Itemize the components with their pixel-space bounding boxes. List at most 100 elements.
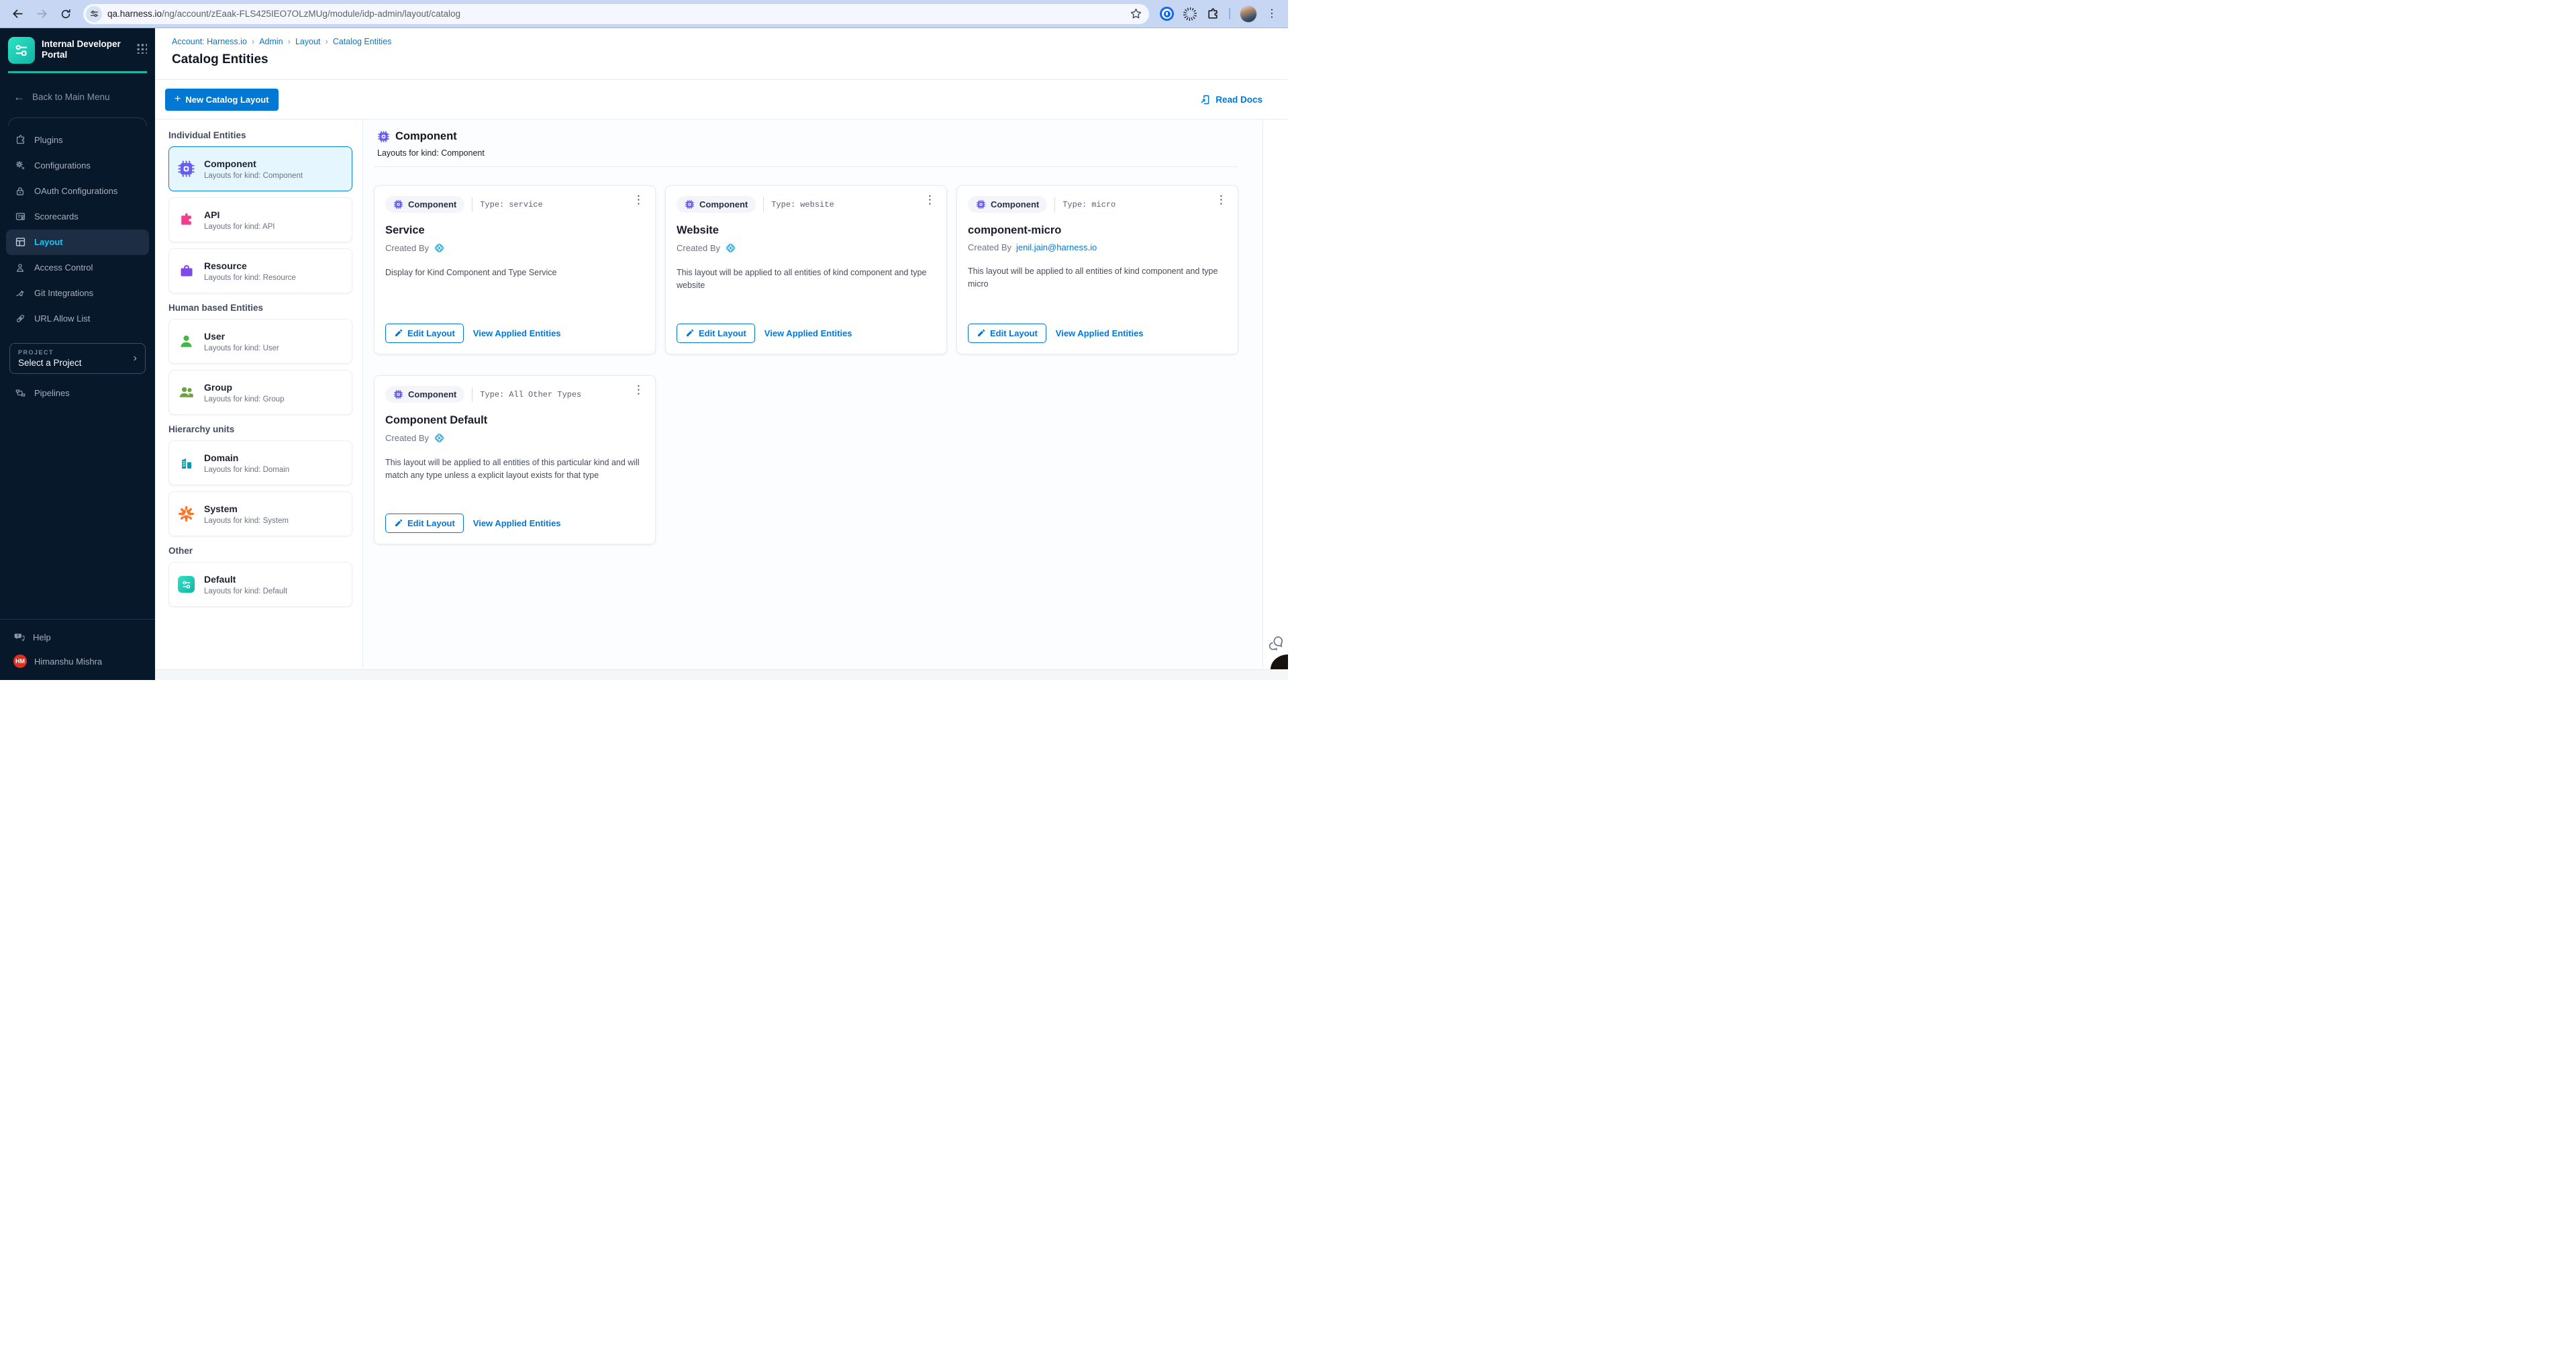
view-applied-entities-link[interactable]: View Applied Entities — [764, 328, 852, 338]
sidebar-item-label: Git Integrations — [34, 288, 93, 298]
bookmark-star-icon[interactable] — [1130, 7, 1142, 20]
sidebar-item-pipelines[interactable]: Pipelines — [0, 381, 155, 406]
entity-card-resource[interactable]: ResourceLayouts for kind: Resource — [168, 248, 352, 293]
project-selector[interactable]: PROJECT Select a Project › — [9, 343, 146, 374]
view-applied-entities-link[interactable]: View Applied Entities — [1056, 328, 1144, 338]
new-catalog-layout-button[interactable]: + New Catalog Layout — [165, 89, 279, 111]
entity-title: Domain — [204, 452, 289, 463]
toolbar-divider — [1229, 8, 1230, 19]
sidebar-nav: Plugins Configurations OAuth Configurati… — [0, 128, 155, 332]
type-value: micro — [1091, 200, 1116, 209]
sidebar-item-access-control[interactable]: Access Control — [0, 255, 155, 281]
layout-card-component-default: ⋮ Component Type:All Other Types Compone… — [374, 375, 656, 544]
user-name: Himanshu Mishra — [34, 657, 102, 667]
sidebar-item-git-integrations[interactable]: Git Integrations — [0, 281, 155, 306]
entity-subtitle: Layouts for kind: Component — [204, 172, 303, 180]
browser-profile-avatar[interactable] — [1240, 5, 1257, 23]
chip-icon — [393, 389, 403, 399]
entity-card-api[interactable]: APILayouts for kind: API — [168, 197, 352, 242]
entity-card-group[interactable]: GroupLayouts for kind: Group — [168, 370, 352, 415]
browser-forward-button[interactable] — [31, 3, 52, 25]
layout-description: This layout will be applied to all entit… — [677, 266, 936, 293]
url-text[interactable]: qa.harness.io/ng/account/zEaak-FLS425IEO… — [107, 9, 1130, 19]
section-heading-individual: Individual Entities — [168, 130, 352, 140]
edit-layout-button[interactable]: Edit Layout — [385, 514, 464, 533]
type-value: website — [800, 200, 834, 209]
view-applied-entities-link[interactable]: View Applied Entities — [473, 518, 561, 528]
chat-help-widget[interactable] — [1267, 634, 1285, 652]
sidebar-item-oauth-configurations[interactable]: OAuth Configurations — [0, 179, 155, 204]
layout-card-component-micro: ⋮ Component Type:micro component-micro C… — [956, 185, 1238, 354]
browser-reload-button[interactable] — [55, 3, 77, 25]
sidebar-item-plugins[interactable]: Plugins — [0, 128, 155, 153]
entity-card-default[interactable]: DefaultLayouts for kind: Default — [168, 562, 352, 607]
extensions-puzzle-icon[interactable] — [1206, 7, 1220, 21]
entity-title: API — [204, 209, 275, 220]
entity-card-component[interactable]: ComponentLayouts for kind: Component — [168, 146, 352, 191]
sidebar-item-url-allow-list[interactable]: URL Allow List — [0, 306, 155, 332]
edit-layout-button[interactable]: Edit Layout — [385, 324, 464, 343]
type-label: Type: — [480, 390, 504, 399]
pencil-icon — [394, 519, 403, 528]
edit-layout-button[interactable]: Edit Layout — [677, 324, 755, 343]
sidebar-item-layout[interactable]: Layout — [6, 230, 149, 255]
view-applied-entities-link[interactable]: View Applied Entities — [473, 328, 561, 338]
created-by-label: Created By — [677, 243, 720, 253]
browser-menu-icon[interactable]: ⋮ — [1267, 9, 1277, 19]
layout-title: Website — [677, 224, 936, 237]
url-path: /ng/account/zEaak-FLS425IEO7OLzMUg/modul… — [162, 9, 460, 19]
breadcrumb: Account: Harness.io › Admin › Layout › C… — [172, 36, 1272, 46]
type-info: Type:All Other Types — [472, 387, 581, 402]
card-menu-icon[interactable]: ⋮ — [922, 193, 938, 207]
svg-text:?: ? — [17, 634, 19, 638]
back-label: Back to Main Menu — [32, 92, 110, 102]
entity-card-domain[interactable]: Domain Layouts for kind: Domain — [168, 440, 352, 485]
entity-title: Default — [204, 574, 287, 585]
plus-icon: + — [175, 93, 181, 105]
pencil-icon — [685, 329, 694, 338]
card-menu-icon[interactable]: ⋮ — [630, 193, 647, 207]
edit-layout-button[interactable]: Edit Layout — [968, 324, 1046, 343]
layout-description: This layout will be applied to all entit… — [385, 456, 644, 483]
sidebar-item-scorecards[interactable]: Scorecards — [0, 204, 155, 230]
breadcrumb-admin[interactable]: Admin — [259, 37, 283, 46]
browser-back-button[interactable] — [7, 3, 28, 25]
card-menu-icon[interactable]: ⋮ — [1213, 193, 1230, 207]
back-to-main-menu[interactable]: ← Back to Main Menu — [0, 73, 155, 108]
entity-card-system[interactable]: SystemLayouts for kind: System — [168, 491, 352, 536]
gears-icon — [14, 160, 26, 171]
card-menu-icon[interactable]: ⋮ — [630, 383, 647, 397]
sidebar-item-label: OAuth Configurations — [34, 186, 117, 196]
chip-icon — [177, 160, 195, 178]
type-label: Type: — [480, 200, 504, 209]
app-grid-icon[interactable] — [136, 42, 147, 54]
onepassword-extension-icon[interactable] — [1160, 7, 1174, 21]
help-item[interactable]: ? Help — [0, 625, 155, 649]
breadcrumb-account[interactable]: Account: Harness.io — [172, 37, 247, 46]
read-docs-link[interactable]: Read Docs — [1199, 94, 1262, 105]
address-bar[interactable]: qa.harness.io/ng/account/zEaak-FLS425IEO… — [83, 4, 1149, 24]
site-settings-icon[interactable] — [86, 6, 102, 22]
sidebar-item-configurations[interactable]: Configurations — [0, 153, 155, 179]
pencil-icon — [394, 329, 403, 338]
reload-icon — [60, 8, 72, 20]
product-title: Internal Developer Portal — [42, 37, 129, 60]
entity-card-user[interactable]: UserLayouts for kind: User — [168, 319, 352, 364]
layouts-area: Component Layouts for kind: Component ⋮ … — [363, 119, 1262, 669]
default-logo-icon — [177, 576, 195, 593]
lock-icon — [14, 186, 26, 197]
breadcrumb-layout[interactable]: Layout — [295, 37, 321, 46]
page-header: Account: Harness.io › Admin › Layout › C… — [155, 28, 1288, 80]
sidebar-item-label: Pipelines — [34, 388, 70, 398]
created-by-row: Created By — [385, 432, 644, 444]
user-menu[interactable]: HM Himanshu Mishra — [0, 649, 155, 673]
pencil-icon — [977, 329, 985, 338]
breadcrumb-catalog-entities[interactable]: Catalog Entities — [333, 37, 392, 46]
creator-email-link[interactable]: jenil.jain@harness.io — [1016, 242, 1097, 252]
type-info: Type:website — [763, 197, 834, 212]
entity-title: Resource — [204, 260, 296, 271]
scorecard-icon — [14, 211, 26, 222]
main-content: Account: Harness.io › Admin › Layout › C… — [155, 28, 1288, 680]
entity-subtitle: Layouts for kind: Domain — [204, 466, 289, 474]
loading-extension-icon[interactable] — [1183, 7, 1197, 21]
